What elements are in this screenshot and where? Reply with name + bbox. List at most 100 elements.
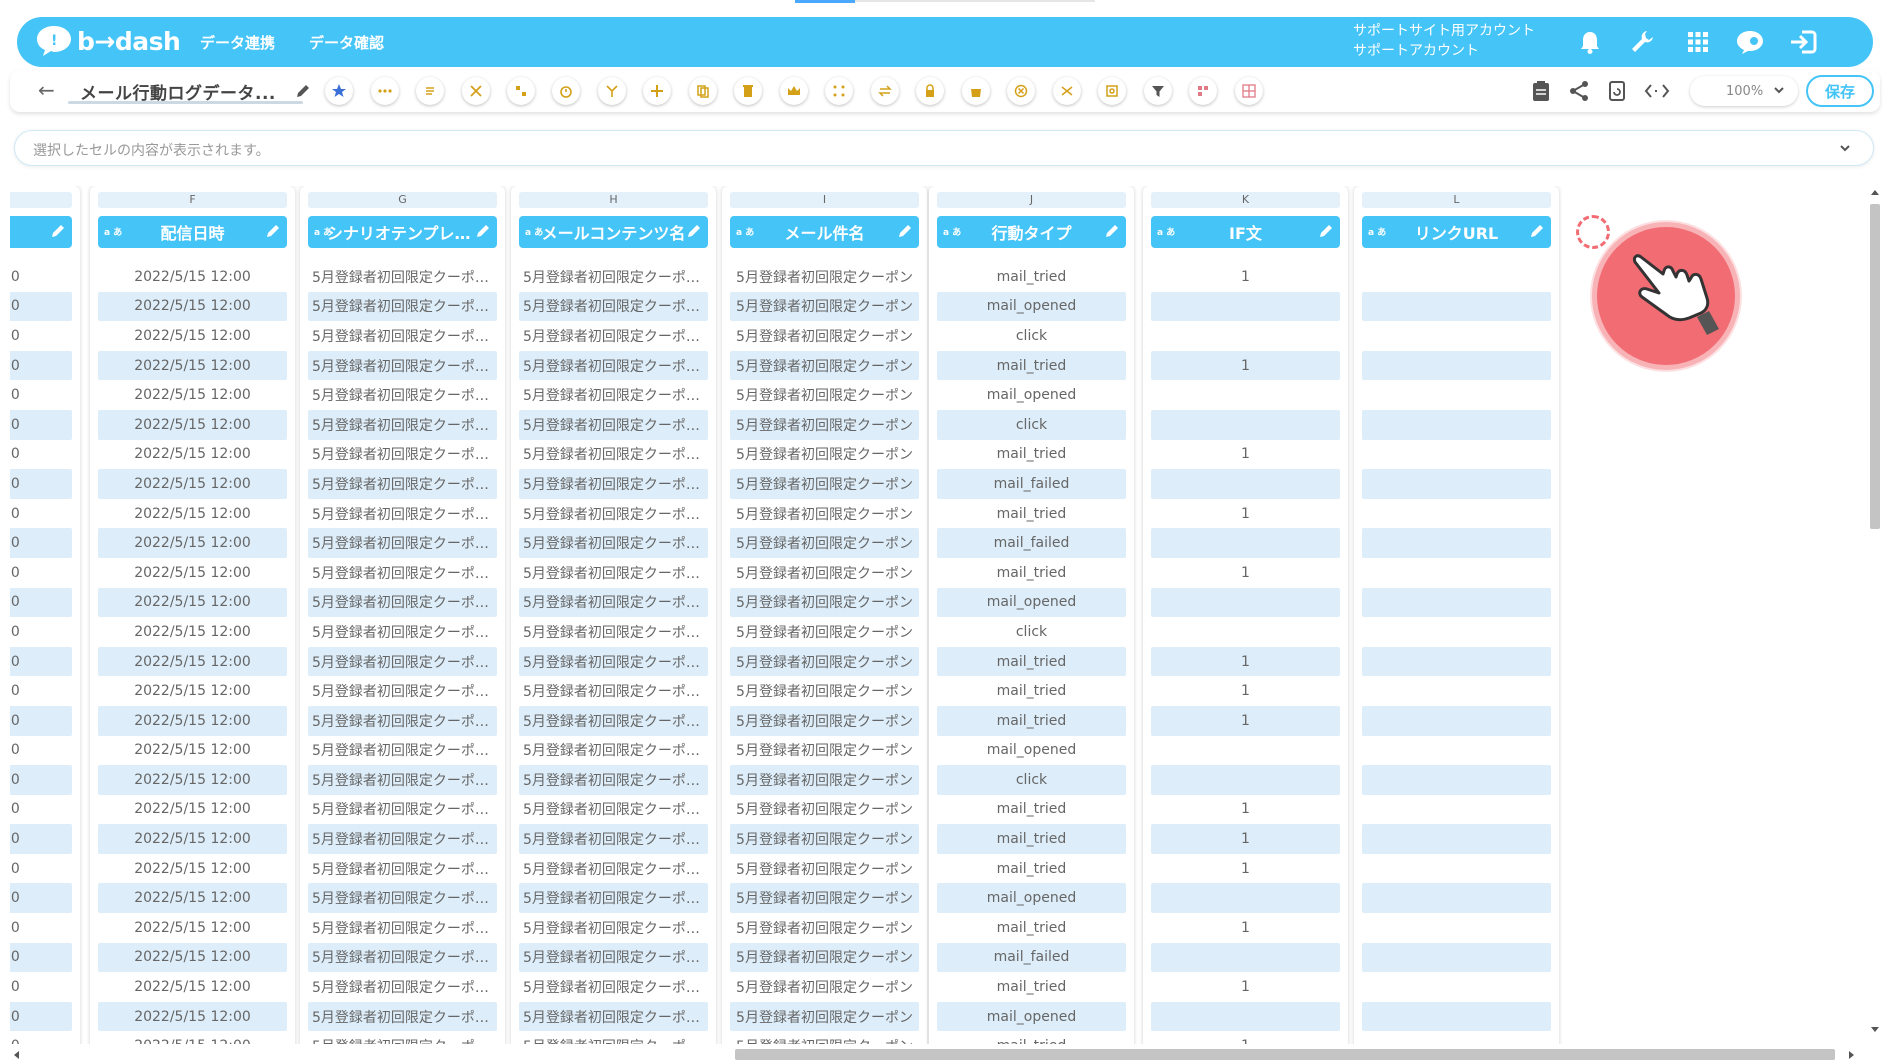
table-cell[interactable]: 5月登録者初回限定クーポン: [730, 499, 919, 529]
table-cell[interactable]: [1151, 469, 1340, 499]
table-cell[interactable]: 5月登録者初回限定クーポン: [730, 883, 919, 914]
table-cell[interactable]: 5月登録者初回限定クーポンメ…: [519, 765, 708, 795]
table-cell[interactable]: 2022/5/15 12:00: [98, 736, 287, 766]
table-cell[interactable]: mail_tried: [937, 262, 1126, 292]
column-letter[interactable]: G: [308, 192, 497, 208]
crown-icon[interactable]: [780, 77, 808, 105]
table-cell[interactable]: [1151, 409, 1340, 440]
table-cell[interactable]: 5月登録者初回限定クーポン: [730, 795, 919, 825]
table-cell[interactable]: [1151, 942, 1340, 973]
table-cell[interactable]: mail_tried: [937, 854, 1126, 884]
table-cell[interactable]: [1362, 380, 1551, 410]
table-cell[interactable]: 5月登録者初回限定クーポンメ…: [519, 262, 708, 292]
table-cell[interactable]: 5月登録者初回限定クーポン: [730, 469, 919, 499]
table-cell[interactable]: 2022/5/15 12:00: [98, 587, 287, 618]
table-cell[interactable]: 2022/5/15 12:00: [98, 795, 287, 825]
table-cell[interactable]: 5月登録者初回限定クーポンメ…: [519, 972, 708, 1002]
table-cell[interactable]: 00: [10, 558, 72, 588]
table-cell[interactable]: [1151, 321, 1340, 351]
table-cell[interactable]: 5月登録者初回限定クーポンシ…: [308, 528, 497, 558]
table-cell[interactable]: 5月登録者初回限定クーポン: [730, 854, 919, 884]
table-cell[interactable]: 1: [1151, 262, 1340, 292]
transform-icon[interactable]: [871, 77, 899, 105]
table-cell[interactable]: 5月登録者初回限定クーポン: [730, 676, 919, 706]
table-cell[interactable]: 5月登録者初回限定クーポン: [730, 942, 919, 973]
table-cell[interactable]: [1362, 440, 1551, 470]
table-cell[interactable]: 5月登録者初回限定クーポン: [730, 262, 919, 292]
table-cell[interactable]: mail_failed: [937, 942, 1126, 973]
table-cell[interactable]: [1362, 262, 1551, 292]
table-cell[interactable]: 2022/5/15 12:00: [98, 646, 287, 677]
table-cell[interactable]: 00: [10, 972, 72, 1002]
table-cell[interactable]: 2022/5/15 12:00: [98, 499, 287, 529]
table-cell[interactable]: [1362, 291, 1551, 322]
table-cell[interactable]: [1362, 558, 1551, 588]
table-cell[interactable]: 5月登録者初回限定クーポンシ…: [308, 646, 497, 677]
table-cell[interactable]: [1362, 528, 1551, 558]
table-cell[interactable]: 5月登録者初回限定クーポンシ…: [308, 350, 497, 381]
cell-content-bar[interactable]: 選択したセルの内容が表示されます。: [14, 130, 1874, 166]
table-cell[interactable]: 2022/5/15 12:00: [98, 528, 287, 558]
table-cell[interactable]: mail_opened: [937, 291, 1126, 322]
sort-icon[interactable]: [1189, 77, 1217, 105]
table-cell[interactable]: [1362, 854, 1551, 884]
table-cell[interactable]: [1151, 587, 1340, 618]
table-cell[interactable]: 5月登録者初回限定クーポン: [730, 765, 919, 795]
table-cell[interactable]: 5月登録者初回限定クーポン: [730, 587, 919, 618]
table-cell[interactable]: 1: [1151, 705, 1340, 736]
table-cell[interactable]: 1: [1151, 824, 1340, 854]
table-cell[interactable]: 00: [10, 350, 72, 381]
table-cell[interactable]: 1: [1151, 350, 1340, 381]
column-letter[interactable]: I: [730, 192, 919, 208]
table-cell[interactable]: 1: [1151, 913, 1340, 943]
table-icon[interactable]: [1235, 77, 1263, 105]
table-cell[interactable]: 5月登録者初回限定クーポン: [730, 409, 919, 440]
table-cell[interactable]: 2022/5/15 12:00: [98, 913, 287, 943]
table-cell[interactable]: 5月登録者初回限定クーポンシ…: [308, 736, 497, 766]
table-cell[interactable]: 1: [1151, 558, 1340, 588]
column-letter[interactable]: L: [1362, 192, 1551, 208]
table-cell[interactable]: [1151, 765, 1340, 795]
horizontal-scrollbar[interactable]: [10, 1046, 1866, 1063]
vertical-scrollbar[interactable]: [1866, 186, 1882, 1044]
table-cell[interactable]: 5月登録者初回限定クーポン: [730, 972, 919, 1002]
table-cell[interactable]: 5月登録者初回限定クーポン: [730, 321, 919, 351]
table-cell[interactable]: mail_failed: [937, 528, 1126, 558]
chat-icon[interactable]: [1735, 27, 1765, 57]
table-cell[interactable]: mail_opened: [937, 883, 1126, 914]
table-cell[interactable]: 5月登録者初回限定クーポンメ…: [519, 321, 708, 351]
copy-icon[interactable]: [689, 77, 717, 105]
delete-icon[interactable]: [734, 77, 762, 105]
clipboard-icon[interactable]: [1528, 78, 1554, 104]
table-cell[interactable]: 2022/5/15 12:00: [98, 972, 287, 1002]
table-cell[interactable]: 5月登録者初回限定クーポンシ…: [308, 291, 497, 322]
table-cell[interactable]: 00: [10, 528, 72, 558]
table-cell[interactable]: [1362, 409, 1551, 440]
table-cell[interactable]: 00: [10, 736, 72, 766]
table-cell[interactable]: 5月登録者初回限定クーポンメ…: [519, 409, 708, 440]
table-cell[interactable]: 2022/5/15 12:00: [98, 617, 287, 647]
table-cell[interactable]: 00: [10, 942, 72, 973]
table-cell[interactable]: 5月登録者初回限定クーポンメ…: [519, 380, 708, 410]
lock-icon[interactable]: [916, 77, 944, 105]
table-cell[interactable]: mail_opened: [937, 736, 1126, 766]
cancel-circle-icon[interactable]: [1007, 77, 1035, 105]
table-cell[interactable]: 5月登録者初回限定クーポンメ…: [519, 913, 708, 943]
table-cell[interactable]: [1151, 883, 1340, 914]
table-cell[interactable]: 5月登録者初回限定クーポンメ…: [519, 795, 708, 825]
table-cell[interactable]: 2022/5/15 12:00: [98, 765, 287, 795]
table-cell[interactable]: 00: [10, 1031, 72, 1044]
table-cell[interactable]: 5月登録者初回限定クーポン: [730, 1031, 919, 1044]
table-cell[interactable]: 00: [10, 913, 72, 943]
pencil-icon[interactable]: [265, 223, 281, 239]
column-header[interactable]: [10, 216, 72, 248]
table-cell[interactable]: 5月登録者初回限定クーポン: [730, 558, 919, 588]
table-cell[interactable]: 2022/5/15 12:00: [98, 262, 287, 292]
table-cell[interactable]: mail_tried: [937, 705, 1126, 736]
table-cell[interactable]: [1362, 350, 1551, 381]
table-cell[interactable]: mail_tried: [937, 795, 1126, 825]
table-cell[interactable]: [1362, 499, 1551, 529]
table-cell[interactable]: 5月登録者初回限定クーポンメ…: [519, 854, 708, 884]
chevron-down-icon[interactable]: [1837, 140, 1853, 156]
table-cell[interactable]: 2022/5/15 12:00: [98, 321, 287, 351]
